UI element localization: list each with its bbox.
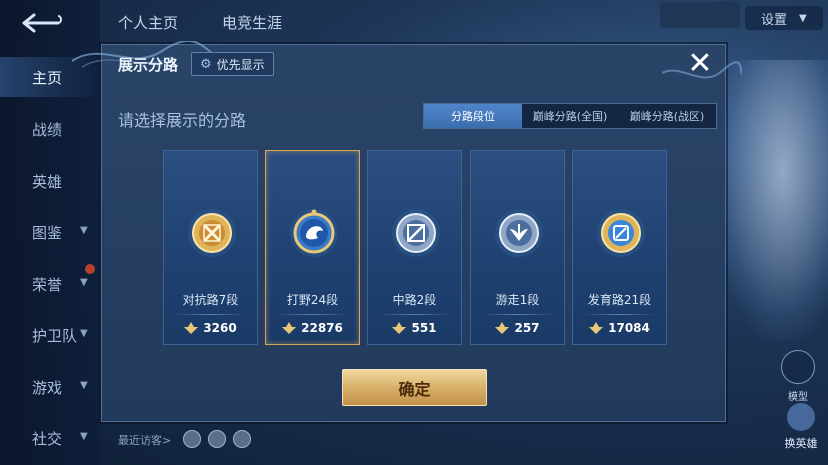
avatar[interactable] — [233, 430, 251, 448]
score-icon — [184, 322, 199, 334]
roam-wings-icon — [493, 207, 545, 259]
nav-item-record[interactable]: 战绩 — [0, 109, 100, 149]
lane-rank-label: 对抗路7段 — [182, 293, 239, 307]
tab-esports[interactable]: 电竞生涯 — [222, 12, 282, 33]
divider — [378, 314, 451, 315]
lane-score: 17084 — [573, 321, 666, 335]
confirm-button[interactable]: 确定 — [342, 369, 487, 406]
lane-score-value: 17084 — [608, 321, 650, 335]
nav-item-guard[interactable]: 护卫队 ▼ — [0, 315, 100, 355]
lane-card-clash[interactable]: 对抗路7段 3260 — [163, 150, 258, 345]
lane-rank-label: 打野24段 — [286, 293, 339, 307]
mid-lane-icon — [390, 207, 442, 259]
lane-score: 257 — [471, 321, 564, 335]
nav-label: 英雄 — [32, 172, 63, 191]
back-arrow-icon — [22, 13, 62, 33]
priority-display-button[interactable]: ⚙ 优先显示 — [191, 52, 274, 76]
lane-card-jungle[interactable]: 打野24段 22876 — [265, 150, 360, 345]
nav-label: 社交 — [32, 429, 63, 448]
dialog-subtitle: 请选择展示的分路 — [118, 111, 247, 130]
settings-button[interactable]: 设置 ▼ — [745, 6, 823, 30]
divider — [276, 314, 349, 315]
gear-icon: ⚙ — [200, 56, 212, 72]
divider — [174, 314, 247, 315]
back-button[interactable] — [18, 8, 66, 38]
avatar[interactable] — [183, 430, 201, 448]
nav-item-games[interactable]: 游戏 ▼ — [0, 367, 100, 407]
lane-rank-label: 游走1段 — [495, 293, 540, 307]
model-button[interactable]: 模型 — [775, 350, 821, 403]
swap-hero-icon — [787, 403, 815, 431]
clash-lane-icon — [186, 207, 238, 259]
nav-label: 游戏 — [32, 378, 63, 397]
farm-lane-icon — [595, 207, 647, 259]
score-icon — [495, 322, 510, 334]
lane-card-mid[interactable]: 中路2段 551 — [367, 150, 462, 345]
divider — [481, 314, 554, 315]
nav-label: 主页 — [32, 68, 63, 87]
chevron-down-icon: ▼ — [80, 431, 88, 442]
nav-label: 护卫队 — [32, 326, 78, 345]
lane-display-dialog: 展示分路 ⚙ 优先显示 ✕ 请选择展示的分路 分路段位 巅峰分路(全国) 巅峰分… — [72, 41, 742, 422]
user-badge — [660, 2, 740, 28]
lane-score-value: 257 — [514, 321, 540, 335]
close-button[interactable]: ✕ — [684, 48, 716, 80]
chevron-down-icon: ▼ — [80, 225, 88, 236]
chevron-down-icon: ▼ — [80, 328, 88, 339]
nav-item-social[interactable]: 社交 ▼ — [0, 418, 100, 458]
lane-score: 22876 — [266, 321, 359, 335]
hero-artwork — [715, 60, 828, 340]
nav-item-heroes[interactable]: 英雄 — [0, 161, 100, 201]
lane-score-value: 551 — [411, 321, 437, 335]
jungle-dragon-icon — [288, 207, 340, 259]
lane-type-tabs: 分路段位 巅峰分路(全国) 巅峰分路(战区) — [423, 103, 717, 129]
tab-lane-rank[interactable]: 分路段位 — [424, 104, 522, 128]
lane-score: 3260 — [164, 321, 257, 335]
chevron-down-icon: ▼ — [799, 12, 807, 24]
nav-label: 荣誉 — [32, 275, 63, 294]
model-label: 模型 — [788, 392, 808, 403]
chevron-down-icon: ▼ — [80, 380, 88, 391]
tab-peak-region[interactable]: 巅峰分路(战区) — [618, 104, 716, 128]
divider — [583, 314, 656, 315]
chevron-down-icon: ▼ — [80, 277, 88, 288]
swap-hero-button[interactable]: 换英雄 — [778, 403, 824, 451]
recent-visitors-link[interactable]: 最近访客> — [118, 432, 171, 448]
tab-profile[interactable]: 个人主页 — [118, 12, 178, 33]
lane-score-value: 3260 — [203, 321, 237, 335]
settings-label: 设置 — [761, 12, 788, 28]
lane-card-farm[interactable]: 发育路21段 17084 — [572, 150, 667, 345]
tab-peak-national[interactable]: 巅峰分路(全国) — [522, 104, 618, 128]
nav-item-gallery[interactable]: 图鉴 ▼ — [0, 212, 100, 252]
swap-hero-label: 换英雄 — [784, 437, 818, 450]
score-icon — [392, 322, 407, 334]
lane-score-value: 22876 — [301, 321, 343, 335]
lane-card-roam[interactable]: 游走1段 257 — [470, 150, 565, 345]
avatar[interactable] — [208, 430, 226, 448]
lane-rank-label: 中路2段 — [392, 293, 437, 307]
score-icon — [282, 322, 297, 334]
lane-score: 551 — [368, 321, 461, 335]
lane-cards: 对抗路7段 3260 打野24段 22876 中路2段 551 游走1段 257… — [163, 150, 668, 345]
lane-rank-label: 发育路21段 — [587, 293, 652, 307]
score-icon — [589, 322, 604, 334]
dialog-title: 展示分路 — [118, 56, 179, 74]
nav-item-honor[interactable]: 荣誉 ▼ — [0, 264, 100, 304]
nav-label: 战绩 — [32, 120, 63, 139]
model-icon — [781, 350, 815, 384]
nav-label: 图鉴 — [32, 223, 63, 242]
top-tabs: 个人主页 电竞生涯 — [118, 12, 282, 33]
priority-label: 优先显示 — [216, 57, 265, 72]
